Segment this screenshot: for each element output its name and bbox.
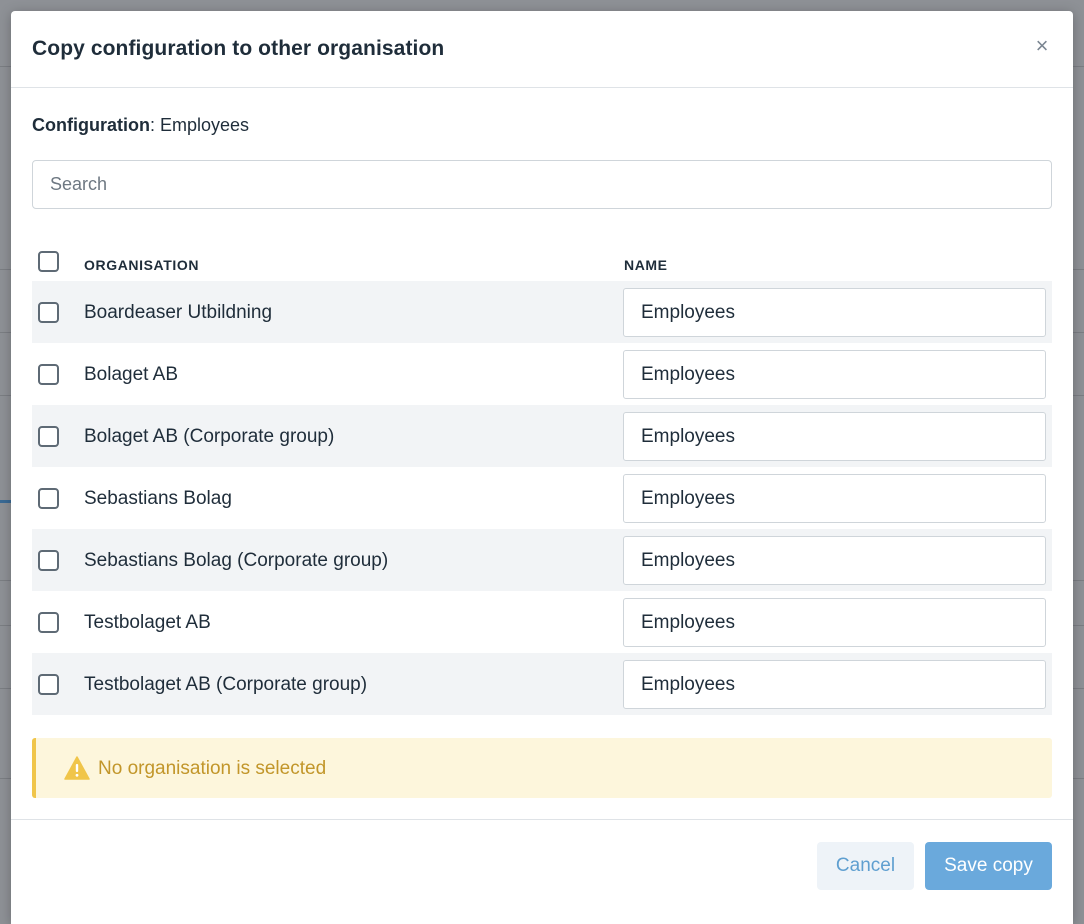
dialog-footer: Cancel Save copy [11,819,1073,924]
organisation-name: Boardeaser Utbildning [84,302,273,323]
configuration-label: Configuration [32,115,150,135]
table-row: Sebastians Bolag [32,467,1052,529]
column-header-name: NAME [624,257,668,273]
organisation-table: ORGANISATION NAME Boardeaser Utbildning … [32,237,1052,715]
row-checkbox[interactable] [38,612,59,633]
dialog-header: Copy configuration to other organisation… [11,11,1073,88]
copy-name-input[interactable] [623,598,1046,647]
table-row: Testbolaget AB [32,591,1052,653]
row-checkbox[interactable] [38,550,59,571]
row-checkbox[interactable] [38,488,59,509]
copy-name-input[interactable] [623,474,1046,523]
select-all-checkbox[interactable] [38,251,59,272]
warning-message: No organisation is selected [98,758,327,779]
configuration-line: Configuration: Employees [32,115,250,135]
row-checkbox[interactable] [38,426,59,447]
close-icon[interactable]: × [1031,35,1053,57]
table-row: Bolaget AB (Corporate group) [32,405,1052,467]
warning-alert: No organisation is selected [32,738,1052,798]
copy-name-input[interactable] [623,412,1046,461]
table-row: Bolaget AB [32,343,1052,405]
table-row: Boardeaser Utbildning [32,281,1052,343]
copy-name-input[interactable] [623,536,1046,585]
organisation-name: Sebastians Bolag [84,488,232,509]
organisation-name: Testbolaget AB [84,612,211,633]
row-checkbox[interactable] [38,674,59,695]
table-row: Testbolaget AB (Corporate group) [32,653,1052,715]
organisation-name: Bolaget AB [84,364,179,385]
organisation-name: Testbolaget AB (Corporate group) [84,674,368,695]
save-copy-button[interactable]: Save copy [925,842,1052,890]
dialog-title: Copy configuration to other organisation [32,37,445,60]
configuration-value: Employees [160,115,250,135]
organisation-name: Bolaget AB (Corporate group) [84,426,335,447]
copy-configuration-dialog: Copy configuration to other organisation… [11,11,1073,924]
organisation-name: Sebastians Bolag (Corporate group) [84,550,389,571]
table-row: Sebastians Bolag (Corporate group) [32,529,1052,591]
warning-icon [64,756,90,780]
row-checkbox[interactable] [38,302,59,323]
copy-name-input[interactable] [623,288,1046,337]
copy-name-input[interactable] [623,660,1046,709]
copy-name-input[interactable] [623,350,1046,399]
search-input[interactable] [32,160,1052,209]
row-checkbox[interactable] [38,364,59,385]
cancel-button[interactable]: Cancel [817,842,914,890]
column-header-organisation: ORGANISATION [84,257,200,273]
table-header: ORGANISATION NAME [32,237,1052,281]
